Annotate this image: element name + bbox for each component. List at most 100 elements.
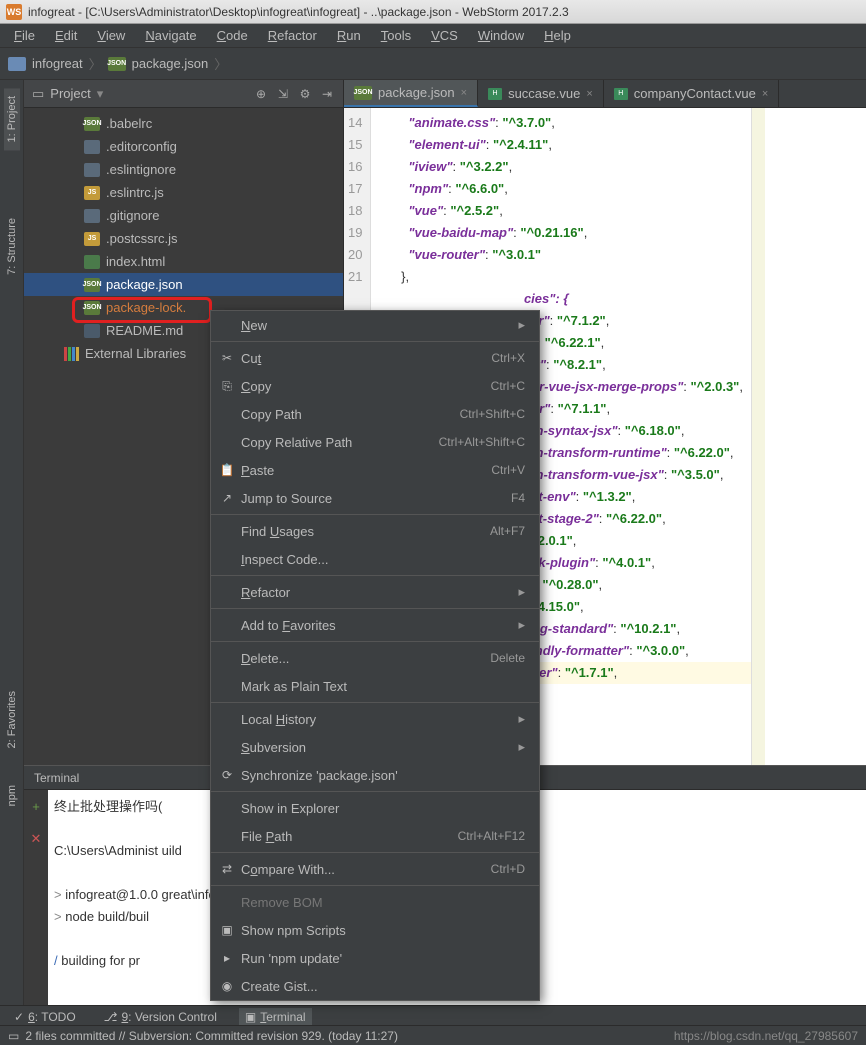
tree-item-label: .eslintignore — [106, 162, 176, 177]
menu-file[interactable]: File — [6, 26, 43, 45]
ctx-mark-as-plain-text[interactable]: Mark as Plain Text — [211, 672, 539, 700]
collapse-icon[interactable]: ⇲ — [275, 86, 291, 102]
editor-tab-companyContactvue[interactable]: HcompanyContact.vue× — [604, 80, 780, 107]
dropdown-icon[interactable]: ▾ — [97, 86, 104, 102]
ctx-jump-to-source[interactable]: ↗Jump to SourceF4 — [211, 484, 539, 512]
ctx-synchronize-package-json-[interactable]: ⟳Synchronize 'package.json' — [211, 761, 539, 789]
ctx-label: Run 'npm update' — [241, 951, 342, 966]
bottom-tab-terminal[interactable]: ▣Terminal — [239, 1008, 312, 1026]
ctx-show-in-explorer[interactable]: Show in Explorer — [211, 794, 539, 822]
ctx-label: Cut — [241, 351, 261, 366]
tree-item-label: .postcssrc.js — [106, 231, 178, 246]
menu-code[interactable]: Code — [209, 26, 256, 45]
tree-item-indexhtml[interactable]: index.html — [24, 250, 343, 273]
ctx-label: Delete... — [241, 651, 289, 666]
close-icon[interactable]: × — [586, 88, 592, 100]
ctx-item-icon: ⇄ — [219, 861, 235, 877]
gear-icon[interactable]: ⚙ — [297, 86, 313, 102]
file-icon: JSON — [84, 301, 100, 315]
tree-item-label: .eslintrc.js — [106, 185, 164, 200]
close-icon[interactable]: × — [762, 88, 768, 100]
ctx-run-npm-update-[interactable]: ▸ Run 'npm update' — [211, 944, 539, 972]
menu-refactor[interactable]: Refactor — [260, 26, 325, 45]
external-label: External Libraries — [85, 346, 186, 361]
project-dropdown-icon[interactable]: ▭ — [32, 86, 44, 102]
tree-item-gitignore[interactable]: .gitignore — [24, 204, 343, 227]
ctx-file-path[interactable]: File PathCtrl+Alt+F12 — [211, 822, 539, 850]
tree-item-eslintignore[interactable]: .eslintignore — [24, 158, 343, 181]
gutter-tab-structure[interactable]: 7: Structure — [4, 210, 20, 283]
ctx-shortcut: F4 — [511, 491, 525, 505]
add-icon[interactable]: + — [32, 796, 40, 818]
submenu-arrow-icon: ▸ — [518, 711, 525, 727]
menu-edit[interactable]: Edit — [47, 26, 85, 45]
bottom-tab-todo[interactable]: ✓6: TODO — [8, 1008, 82, 1026]
ctx-add-to-favorites[interactable]: Add to Favorites▸ — [211, 611, 539, 639]
editor-tab-succasevue[interactable]: Hsuccase.vue× — [478, 80, 604, 107]
bottom-tab-versioncontrol[interactable]: ⎇9: Version Control — [98, 1008, 223, 1026]
sidebar-title[interactable]: Project — [50, 86, 90, 101]
menu-window[interactable]: Window — [470, 26, 532, 45]
ctx-paste[interactable]: 📋PasteCtrl+V — [211, 456, 539, 484]
tree-item-postcssrcjs[interactable]: JS.postcssrc.js — [24, 227, 343, 250]
breadcrumb-file[interactable]: package.json — [132, 56, 209, 71]
ctx-copy-path[interactable]: Copy PathCtrl+Shift+C — [211, 400, 539, 428]
tree-item-editorconfig[interactable]: .editorconfig — [24, 135, 343, 158]
menu-navigate[interactable]: Navigate — [137, 26, 204, 45]
ctx-copy[interactable]: ⎘CopyCtrl+C — [211, 372, 539, 400]
tree-item-babelrc[interactable]: JSON.babelrc — [24, 112, 343, 135]
menu-tools[interactable]: Tools — [373, 26, 419, 45]
hide-icon[interactable]: ⇥ — [319, 86, 335, 102]
ctx-label: Subversion — [241, 740, 306, 755]
ctx-find-usages[interactable]: Find UsagesAlt+F7 — [211, 517, 539, 545]
menu-help[interactable]: Help — [536, 26, 579, 45]
breadcrumb-folder[interactable]: infogreat — [32, 56, 83, 71]
ctx-local-history[interactable]: Local History ▸ — [211, 705, 539, 733]
editor-tab-packagejson[interactable]: JSON package.json × — [344, 80, 478, 107]
context-menu: New▸✂CutCtrl+X⎘CopyCtrl+CCopy PathCtrl+S… — [210, 310, 540, 1001]
ctx-label: Show in Explorer — [241, 801, 339, 816]
tree-item-eslintrcjs[interactable]: JS.eslintrc.js — [24, 181, 343, 204]
status-bar: ▭ 2 files committed // Subversion: Commi… — [0, 1025, 866, 1045]
ctx-subversion[interactable]: Subversion▸ — [211, 733, 539, 761]
close-icon[interactable]: × — [461, 87, 467, 99]
menu-vcs[interactable]: VCS — [423, 26, 466, 45]
ctx-cut[interactable]: ✂CutCtrl+X — [211, 344, 539, 372]
ctx-label: Paste — [241, 463, 274, 478]
ctx-label: File Path — [241, 829, 292, 844]
ctx-delete-[interactable]: Delete...Delete — [211, 644, 539, 672]
ctx-label: Local History — [241, 712, 316, 727]
ctx-shortcut: Ctrl+V — [491, 463, 525, 477]
menu-run[interactable]: Run — [329, 26, 369, 45]
ctx-copy-relative-path[interactable]: Copy Relative PathCtrl+Alt+Shift+C — [211, 428, 539, 456]
ctx-label: Copy — [241, 379, 271, 394]
ctx-item-icon: ⟳ — [219, 767, 235, 783]
ctx-show-npm-scripts[interactable]: ▣Show npm Scripts — [211, 916, 539, 944]
ctx-shortcut: Ctrl+C — [491, 379, 525, 393]
ctx-label: Jump to Source — [241, 491, 332, 506]
ctx-refactor[interactable]: Refactor▸ — [211, 578, 539, 606]
ctx-label: Copy Path — [241, 407, 302, 422]
file-icon — [84, 140, 100, 154]
json-icon: JSON — [354, 86, 372, 100]
tab-label: package.json — [378, 85, 455, 100]
file-icon — [84, 255, 100, 269]
gutter-tab-favorites[interactable]: 2: Favorites — [4, 683, 20, 756]
ctx-new[interactable]: New▸ — [211, 311, 539, 339]
ctx-inspect-code-[interactable]: Inspect Code... — [211, 545, 539, 573]
tree-item-packagejson[interactable]: JSONpackage.json — [24, 273, 343, 296]
ctx-compare-with-[interactable]: ⇄Compare With...Ctrl+D — [211, 855, 539, 883]
ctx-shortcut: Ctrl+Alt+Shift+C — [439, 435, 525, 449]
ctx-label: New — [241, 318, 267, 333]
tree-item-label: .gitignore — [106, 208, 159, 223]
menu-view[interactable]: View — [89, 26, 133, 45]
target-icon[interactable]: ⊕ — [253, 86, 269, 102]
gutter-tab-project[interactable]: 1: Project — [4, 88, 20, 150]
ctx-item-icon: ▸ — [219, 950, 235, 966]
ctx-label: Inspect Code... — [241, 552, 328, 567]
ctx-label: Find Usages — [241, 524, 314, 539]
file-icon — [84, 209, 100, 223]
ctx-create-gist-[interactable]: ◉Create Gist... — [211, 972, 539, 1000]
gutter-tab-npm[interactable]: npm — [4, 777, 20, 814]
close-icon[interactable]: ✕ — [31, 828, 42, 850]
